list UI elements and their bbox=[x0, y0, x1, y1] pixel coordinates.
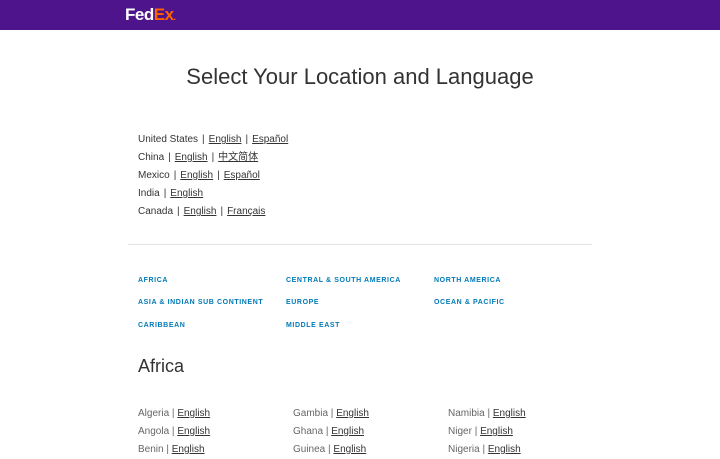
featured-row-china: China | English | 中文简体 bbox=[138, 149, 288, 167]
region-link-asia[interactable]: ASIA & INDIAN SUB CONTINENT bbox=[138, 299, 263, 306]
country-name: Mexico bbox=[138, 170, 170, 181]
lang-link-english[interactable]: English bbox=[493, 408, 526, 419]
country-name: United States bbox=[138, 134, 199, 145]
lang-link-espanol[interactable]: Español bbox=[224, 170, 260, 181]
separator: | bbox=[163, 188, 167, 199]
lang-link-english[interactable]: English bbox=[331, 426, 364, 437]
region-link-north-america[interactable]: NORTH AMERICA bbox=[434, 277, 501, 284]
country-name: Canada bbox=[138, 206, 174, 217]
lang-link-espanol[interactable]: Español bbox=[252, 134, 288, 145]
featured-row-united-states: United States | English | Español bbox=[138, 131, 288, 149]
region-link-central-south-america[interactable]: CENTRAL & SOUTH AMERICA bbox=[286, 277, 401, 284]
featured-row-mexico: Mexico | English | Español bbox=[138, 167, 288, 185]
separator: | bbox=[330, 408, 334, 419]
separator: | bbox=[211, 152, 215, 163]
lang-link-chinese[interactable]: 中文简体 bbox=[218, 152, 258, 163]
country-row-algeria: Algeria | English bbox=[138, 405, 288, 423]
region-link-middle-east[interactable]: MIDDLE EAST bbox=[286, 322, 340, 329]
country-row-angola: Angola | English bbox=[138, 423, 288, 441]
country-row-ghana: Ghana | English bbox=[293, 423, 443, 441]
separator: | bbox=[171, 426, 175, 437]
region-link-africa[interactable]: AFRICA bbox=[138, 277, 168, 284]
region-link-ocean-pacific[interactable]: OCEAN & PACIFIC bbox=[434, 299, 505, 306]
country-row-benin: Benin | English bbox=[138, 441, 288, 459]
lang-link-english[interactable]: English bbox=[336, 408, 369, 419]
logo-dot: . bbox=[173, 12, 177, 22]
separator: | bbox=[171, 408, 175, 419]
separator: | bbox=[474, 426, 478, 437]
fedex-logo[interactable]: FedEx. bbox=[125, 5, 176, 27]
africa-column-2: Gambia | English Ghana | English Guinea … bbox=[293, 405, 443, 459]
lang-link-francais[interactable]: Français bbox=[227, 206, 265, 217]
separator: | bbox=[325, 426, 329, 437]
logo-ex-text: Ex bbox=[153, 5, 174, 24]
separator: | bbox=[202, 134, 205, 145]
section-divider bbox=[128, 244, 592, 245]
country-row-niger: Niger | English bbox=[448, 423, 598, 441]
separator: | bbox=[177, 206, 180, 217]
region-link-caribbean[interactable]: CARIBBEAN bbox=[138, 322, 185, 329]
lang-link-english[interactable]: English bbox=[480, 426, 513, 437]
separator: | bbox=[168, 152, 171, 163]
separator: | bbox=[217, 170, 220, 181]
page-title: Select Your Location and Language bbox=[186, 64, 534, 89]
country-name: India bbox=[138, 188, 160, 199]
country-name: Namibia bbox=[448, 408, 485, 419]
separator: | bbox=[220, 206, 224, 217]
country-row-gambia: Gambia | English bbox=[293, 405, 443, 423]
country-row-guinea: Guinea | English bbox=[293, 441, 443, 459]
lang-link-english[interactable]: English bbox=[177, 426, 210, 437]
lang-link-english[interactable]: English bbox=[170, 188, 203, 199]
country-name: Angola bbox=[138, 426, 170, 437]
top-header: FedEx. bbox=[0, 0, 720, 30]
region-link-europe[interactable]: EUROPE bbox=[286, 299, 319, 306]
africa-heading: Africa bbox=[138, 356, 185, 376]
country-name: Ghana bbox=[293, 426, 324, 437]
logo-fed-text: Fed bbox=[125, 5, 154, 24]
country-name: Gambia bbox=[293, 408, 329, 419]
featured-row-india: India | English bbox=[138, 185, 288, 203]
lang-link-english[interactable]: English bbox=[175, 152, 208, 163]
featured-row-canada: Canada | English | Français bbox=[138, 203, 288, 221]
lang-link-english[interactable]: English bbox=[209, 134, 242, 145]
africa-column-1: Algeria | English Angola | English Benin… bbox=[138, 405, 288, 459]
country-row-nigeria: Nigeria | English bbox=[448, 441, 598, 459]
separator: | bbox=[245, 134, 249, 145]
lang-link-english[interactable]: English bbox=[180, 170, 213, 181]
lang-link-english[interactable]: English bbox=[184, 206, 217, 217]
country-name: Niger bbox=[448, 426, 472, 437]
separator: | bbox=[173, 170, 177, 181]
separator: | bbox=[487, 408, 491, 419]
africa-column-3: Namibia | English Niger | English Nigeri… bbox=[448, 405, 598, 459]
country-row-namibia: Namibia | English bbox=[448, 405, 598, 423]
featured-locations: United States | English | Español China | Engl… bbox=[138, 131, 288, 221]
country-name: China bbox=[138, 152, 165, 163]
country-name: Algeria bbox=[138, 408, 170, 419]
lang-link-english[interactable]: English bbox=[177, 408, 210, 419]
